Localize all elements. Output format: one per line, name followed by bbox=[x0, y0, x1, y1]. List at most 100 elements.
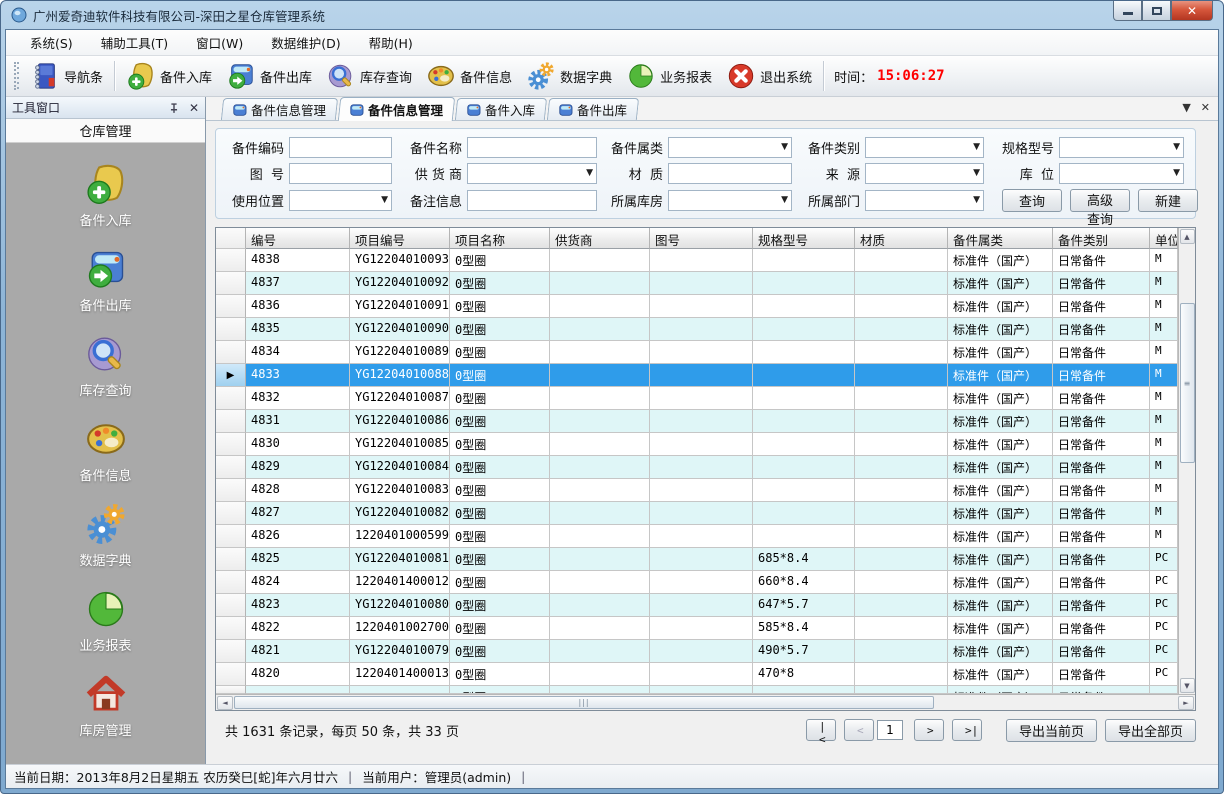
h-scroll-thumb[interactable]: ||| bbox=[234, 696, 934, 709]
table-row[interactable]: 4825YG122040100810型圈685*8.4标准件（国产）日常备件PC bbox=[216, 548, 1178, 571]
column-header-7[interactable]: 材质 bbox=[855, 228, 948, 249]
table-row[interactable]: 4831YG122040100860型圈标准件（国产）日常备件M bbox=[216, 410, 1178, 433]
next-page-button[interactable]: > bbox=[914, 719, 944, 741]
toolbar-exit-system[interactable]: 退出系统 bbox=[719, 58, 819, 94]
row-selector[interactable] bbox=[216, 341, 246, 364]
row-selector[interactable] bbox=[216, 479, 246, 502]
remark-info-input[interactable] bbox=[467, 190, 597, 211]
supplier-select[interactable]: ▼ bbox=[467, 163, 597, 184]
menu-item-system[interactable]: 系统(S) bbox=[16, 29, 87, 56]
tab-parts-info-mgmt-1[interactable]: 备件信息管理 bbox=[221, 98, 338, 120]
row-selector[interactable] bbox=[216, 318, 246, 341]
toolbar-data-dictionary[interactable]: 数据字典 bbox=[519, 58, 619, 94]
toolbar-parts-info[interactable]: 备件信息 bbox=[419, 58, 519, 94]
menu-item-help[interactable]: 帮助(H) bbox=[355, 29, 427, 56]
department-select[interactable]: ▼ bbox=[865, 190, 984, 211]
toolbar-grip[interactable] bbox=[14, 62, 19, 90]
table-row[interactable]: 4821YG122040100790型圈490*5.7标准件（国产）日常备件PC bbox=[216, 640, 1178, 663]
row-selector[interactable] bbox=[216, 640, 246, 663]
last-page-button[interactable]: >| bbox=[952, 719, 982, 741]
row-selector[interactable] bbox=[216, 525, 246, 548]
row-selector[interactable] bbox=[216, 686, 246, 694]
spec-model-select[interactable]: ▼ bbox=[1059, 137, 1184, 158]
toolbar-parts-outbound[interactable]: 备件出库 bbox=[219, 58, 319, 94]
table-row[interactable]: 482212204010027000型圈585*8.4标准件（国产）日常备件PC bbox=[216, 617, 1178, 640]
first-page-button[interactable]: |< bbox=[806, 719, 836, 741]
table-row[interactable]: 4834YG122040100890型圈标准件（国产）日常备件M bbox=[216, 341, 1178, 364]
new-button[interactable]: 新建 bbox=[1138, 189, 1198, 212]
row-selector[interactable] bbox=[216, 249, 246, 272]
sidebar-item-warehouse-mgmt[interactable]: 库房管理 bbox=[6, 663, 205, 748]
part-name-input[interactable] bbox=[467, 137, 597, 158]
tab-parts-inbound[interactable]: 备件入库 bbox=[455, 98, 547, 120]
advanced-query-button[interactable]: 高级查询 bbox=[1070, 189, 1130, 212]
toolbar-parts-inbound[interactable]: 备件入库 bbox=[119, 58, 219, 94]
scroll-right-icon[interactable]: ► bbox=[1178, 696, 1194, 710]
menu-item-aux-tools[interactable]: 辅助工具(T) bbox=[87, 29, 182, 56]
maximize-button[interactable] bbox=[1142, 1, 1171, 21]
column-header-6[interactable]: 规格型号 bbox=[753, 228, 855, 249]
row-selector[interactable]: ▶ bbox=[216, 364, 246, 387]
toolbar-inventory-query[interactable]: 库存查询 bbox=[319, 58, 419, 94]
material-input[interactable] bbox=[668, 163, 792, 184]
tab-list-dropdown-icon[interactable]: ▼ bbox=[1182, 101, 1190, 114]
h-scrollbar[interactable]: ◄ ||| ► bbox=[216, 694, 1195, 710]
table-row[interactable]: 482412204014000120型圈660*8.4标准件（国产）日常备件PC bbox=[216, 571, 1178, 594]
v-scrollbar[interactable]: ▲ ≡ ▼ bbox=[1178, 228, 1195, 694]
table-row[interactable]: 4838YG122040100930型圈标准件（国产）日常备件M bbox=[216, 249, 1178, 272]
row-selector[interactable] bbox=[216, 594, 246, 617]
row-selector[interactable] bbox=[216, 548, 246, 571]
scroll-up-icon[interactable]: ▲ bbox=[1180, 229, 1195, 244]
query-button[interactable]: 查询 bbox=[1002, 189, 1062, 212]
prev-page-button[interactable]: < bbox=[844, 719, 874, 741]
warehouse-select[interactable]: ▼ bbox=[668, 190, 792, 211]
sidebar-item-parts-outbound[interactable]: 备件出库 bbox=[6, 238, 205, 323]
table-row[interactable]: 482012204014000130型圈470*8标准件（国产）日常备件PC bbox=[216, 663, 1178, 686]
table-row[interactable]: 482612204010005990型圈标准件（国产）日常备件M bbox=[216, 525, 1178, 548]
column-header-5[interactable]: 图号 bbox=[650, 228, 753, 249]
table-row[interactable]: 4828YG122040100830型圈标准件（国产）日常备件M bbox=[216, 479, 1178, 502]
table-row[interactable]: 4836YG122040100910型圈标准件（国产）日常备件M bbox=[216, 295, 1178, 318]
v-scroll-thumb[interactable]: ≡ bbox=[1180, 303, 1195, 463]
part-attribute-category-select[interactable]: ▼ bbox=[668, 137, 792, 158]
column-header-4[interactable]: 供货商 bbox=[550, 228, 650, 249]
pin-icon[interactable] bbox=[167, 101, 181, 115]
drawing-no-input[interactable] bbox=[289, 163, 392, 184]
sidebar-item-inventory-query[interactable]: 库存查询 bbox=[6, 323, 205, 408]
stock-location-select[interactable]: ▼ bbox=[1059, 163, 1184, 184]
table-row-partial[interactable]: 0型圈标准件（国产）日常备件 bbox=[216, 686, 1178, 694]
column-header-1[interactable]: 编号 bbox=[246, 228, 350, 249]
sidebar-item-business-report[interactable]: 业务报表 bbox=[6, 578, 205, 663]
part-class-select[interactable]: ▼ bbox=[865, 137, 984, 158]
page-input[interactable] bbox=[877, 720, 903, 740]
sidebar-item-parts-inbound[interactable]: 备件入库 bbox=[6, 153, 205, 238]
sidebar-close-icon[interactable]: ✕ bbox=[189, 101, 199, 115]
column-header-8[interactable]: 备件属类 bbox=[948, 228, 1053, 249]
row-selector[interactable] bbox=[216, 456, 246, 479]
column-header-2[interactable]: 项目编号 bbox=[350, 228, 450, 249]
column-header-3[interactable]: 项目名称 bbox=[450, 228, 550, 249]
sidebar-item-data-dictionary[interactable]: 数据字典 bbox=[6, 493, 205, 578]
table-row[interactable]: 4835YG122040100900型圈标准件（国产）日常备件M bbox=[216, 318, 1178, 341]
table-row[interactable]: 4832YG122040100870型圈标准件（国产）日常备件M bbox=[216, 387, 1178, 410]
row-selector[interactable] bbox=[216, 272, 246, 295]
table-row[interactable]: 4827YG122040100820型圈标准件（国产）日常备件M bbox=[216, 502, 1178, 525]
tab-parts-info-mgmt-2[interactable]: 备件信息管理 bbox=[338, 97, 456, 121]
row-selector[interactable] bbox=[216, 387, 246, 410]
row-selector[interactable] bbox=[216, 502, 246, 525]
usage-position-select[interactable]: ▼ bbox=[289, 190, 392, 211]
toolbar-nav-bar[interactable]: 导航条 bbox=[23, 58, 110, 94]
table-row[interactable]: 4829YG122040100840型圈标准件（国产）日常备件M bbox=[216, 456, 1178, 479]
toolbar-business-report[interactable]: 业务报表 bbox=[619, 58, 719, 94]
title-bar[interactable]: 广州爱奇迪软件科技有限公司-深田之星仓库管理系统 ✕ bbox=[5, 1, 1219, 29]
row-selector[interactable] bbox=[216, 571, 246, 594]
sidebar-item-parts-info[interactable]: 备件信息 bbox=[6, 408, 205, 493]
minimize-button[interactable] bbox=[1113, 1, 1142, 21]
tab-parts-outbound[interactable]: 备件出库 bbox=[547, 98, 639, 120]
column-header-9[interactable]: 备件类别 bbox=[1053, 228, 1150, 249]
table-row[interactable]: ▶4833YG122040100880型圈标准件（国产）日常备件M bbox=[216, 364, 1178, 387]
tab-close-icon[interactable]: ✕ bbox=[1201, 101, 1210, 114]
close-button[interactable]: ✕ bbox=[1171, 1, 1213, 21]
part-code-input[interactable] bbox=[289, 137, 392, 158]
table-row[interactable]: 4830YG122040100850型圈标准件（国产）日常备件M bbox=[216, 433, 1178, 456]
